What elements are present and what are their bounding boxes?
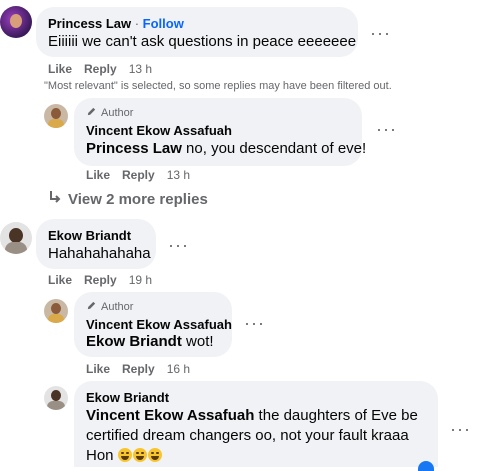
reply-arrow-icon bbox=[48, 190, 62, 208]
reply-author[interactable]: Ekow Briandt bbox=[86, 390, 169, 405]
avatar[interactable] bbox=[44, 299, 68, 323]
reply-author[interactable]: Vincent Ekow Assafuah bbox=[86, 123, 232, 138]
comment-bubble: Princess Law · Follow Eiiiiii we can't a… bbox=[36, 7, 358, 57]
author-badge: Author bbox=[101, 107, 134, 119]
comment-bubble: Ekow Briandt Hahahahahaha bbox=[36, 219, 156, 269]
laughing-emoji-icon bbox=[132, 448, 147, 462]
mention-link[interactable]: Vincent Ekow Assafuah bbox=[86, 407, 254, 424]
timestamp[interactable]: 13 h bbox=[167, 168, 190, 182]
like-button[interactable]: Like bbox=[86, 168, 110, 182]
more-options-icon[interactable]: ··· bbox=[450, 420, 471, 438]
reply-bubble: Ekow Briandt Vincent Ekow Assafuah the d… bbox=[74, 381, 438, 471]
comment-text: Hahahahahaha bbox=[48, 245, 151, 262]
reply-text-line2: certified dream changers oo, not your fa… bbox=[86, 427, 409, 444]
separator: · bbox=[131, 16, 143, 31]
timestamp[interactable]: 13 h bbox=[129, 62, 152, 76]
more-options-icon[interactable]: ··· bbox=[168, 236, 189, 254]
comment-text: Eiiiiii we can't ask questions in peace … bbox=[48, 33, 357, 50]
reactions-badge[interactable] bbox=[418, 461, 434, 471]
avatar[interactable] bbox=[0, 222, 32, 254]
reply-button[interactable]: Reply bbox=[122, 362, 155, 376]
like-button[interactable]: Like bbox=[48, 62, 72, 76]
reply-button[interactable]: Reply bbox=[84, 273, 117, 287]
like-button[interactable]: Like bbox=[48, 273, 72, 287]
view-more-label: View 2 more replies bbox=[68, 190, 208, 208]
mention-link[interactable]: Princess Law bbox=[86, 140, 182, 157]
view-more-replies[interactable]: View 2 more replies bbox=[48, 190, 208, 208]
avatar[interactable] bbox=[44, 386, 68, 410]
reply-bubble: Author Vincent Ekow Assafuah Ekow Briand… bbox=[74, 292, 232, 357]
reply-bubble: Author Vincent Ekow Assafuah Princess La… bbox=[74, 98, 366, 166]
reply-text: wot! bbox=[181, 333, 214, 350]
timestamp[interactable]: 19 h bbox=[129, 273, 152, 287]
laughing-emoji-icon bbox=[117, 448, 132, 462]
like-button[interactable]: Like bbox=[86, 362, 110, 376]
follow-link[interactable]: Follow bbox=[143, 16, 184, 31]
reply-text-line1: the daughters of Eve be bbox=[254, 407, 418, 424]
avatar[interactable] bbox=[44, 104, 68, 128]
reply-author[interactable]: Vincent Ekow Assafuah bbox=[86, 317, 232, 332]
more-options-icon[interactable]: ··· bbox=[244, 314, 265, 332]
reply-text-line3: Hon bbox=[86, 447, 114, 464]
reply-button[interactable]: Reply bbox=[122, 168, 155, 182]
more-options-icon[interactable]: ··· bbox=[376, 120, 397, 138]
pencil-icon bbox=[86, 300, 97, 314]
reply-button[interactable]: Reply bbox=[84, 62, 117, 76]
comment-author[interactable]: Ekow Briandt bbox=[48, 228, 131, 243]
laughing-emoji-icon bbox=[147, 448, 162, 462]
filter-notice: "Most relevant" is selected, so some rep… bbox=[44, 80, 392, 92]
timestamp[interactable]: 16 h bbox=[167, 362, 190, 376]
mention-link[interactable]: Ekow Briandt bbox=[86, 333, 182, 350]
pencil-icon bbox=[86, 106, 97, 120]
comment-author[interactable]: Princess Law bbox=[48, 16, 131, 31]
author-badge: Author bbox=[101, 301, 134, 313]
more-options-icon[interactable]: ··· bbox=[370, 24, 391, 42]
avatar[interactable] bbox=[0, 6, 32, 38]
reply-text: no, you descendant of eve! bbox=[181, 140, 367, 157]
